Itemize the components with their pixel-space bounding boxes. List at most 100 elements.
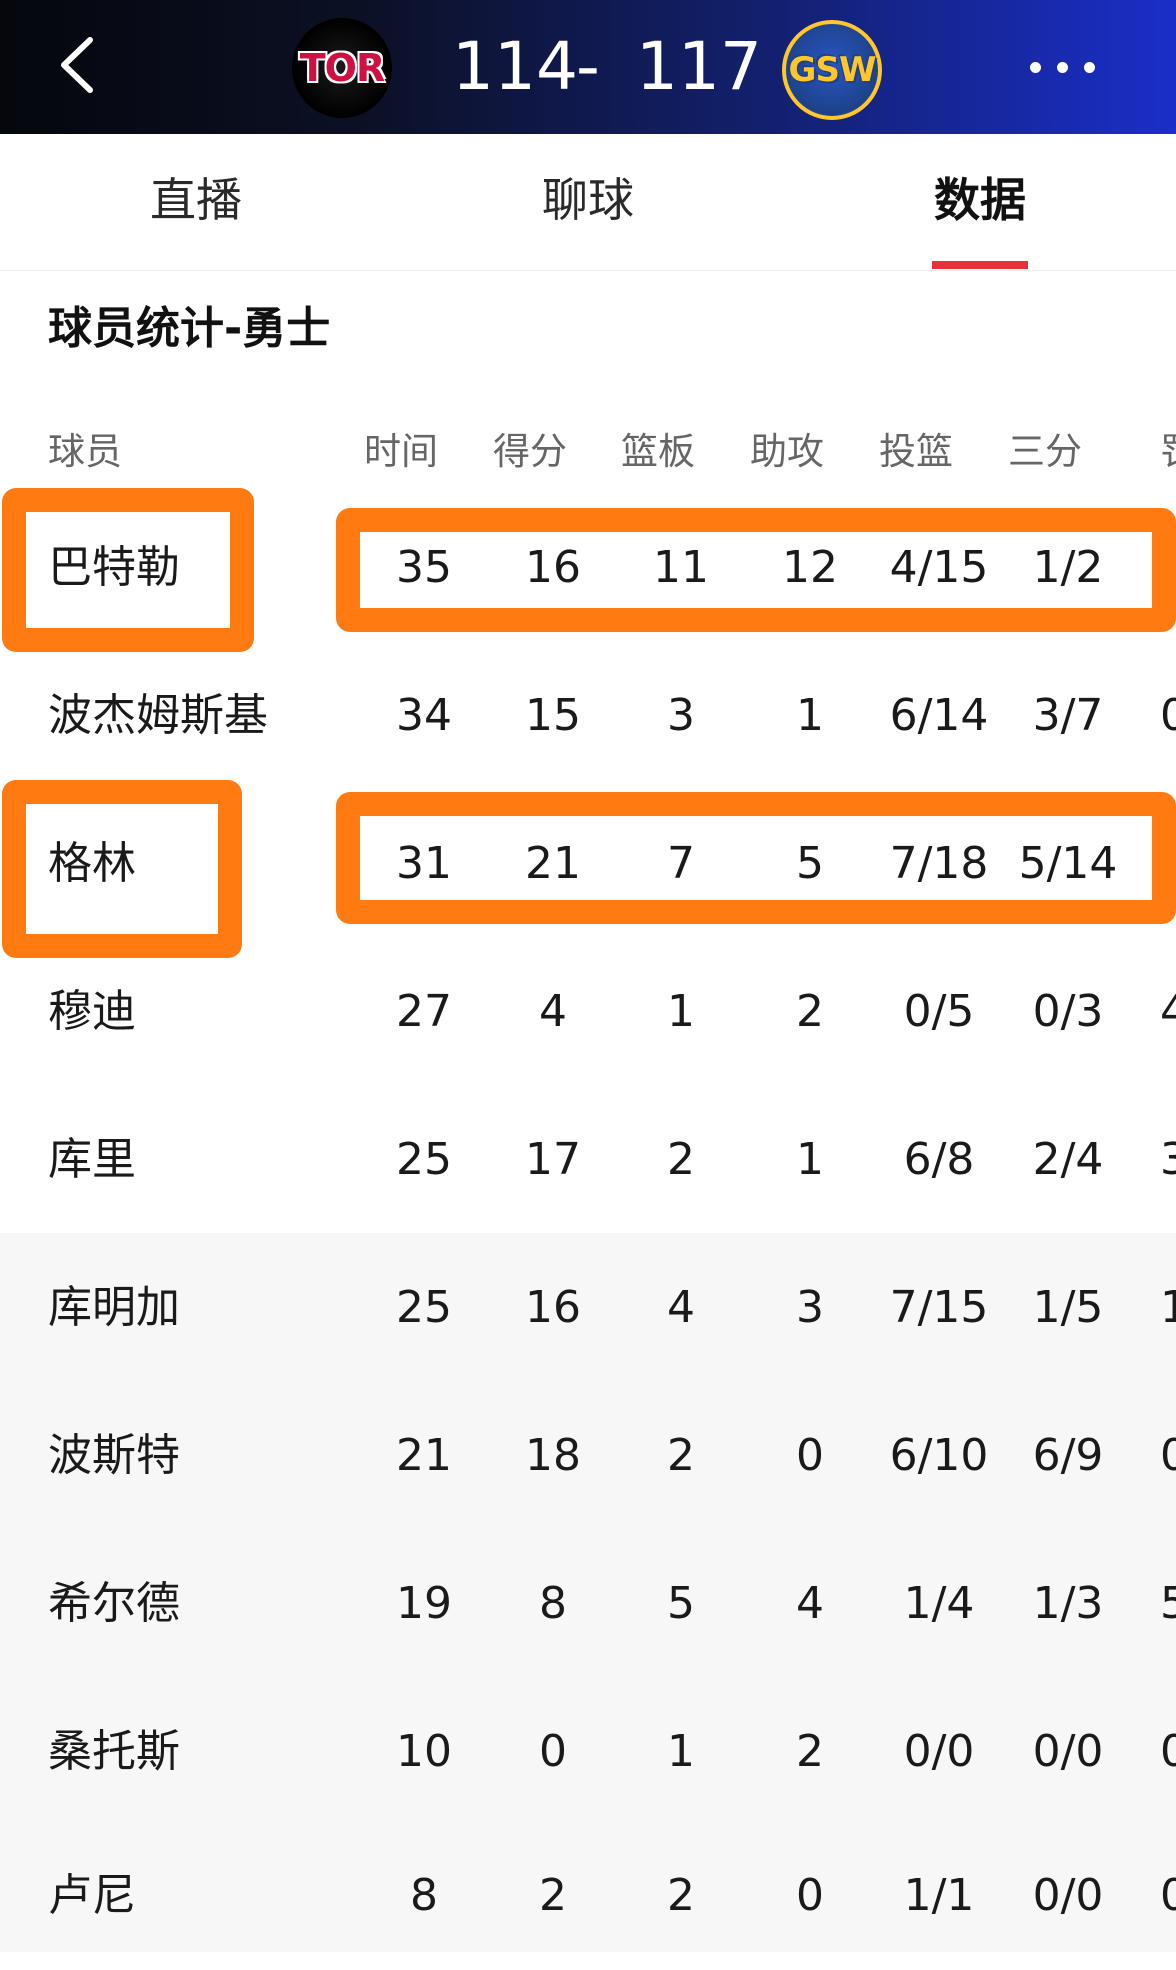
score-separator: -	[576, 28, 600, 105]
player-name[interactable]: 巴特勒	[48, 494, 308, 642]
tab-chat[interactable]: 聊球	[488, 170, 688, 230]
stat-rebounds: 2	[667, 1430, 695, 1481]
stat-points: 16	[525, 1282, 581, 1333]
stat-three-pointers: 0/0	[1032, 1870, 1104, 1921]
more-options-button[interactable]	[1030, 54, 1130, 80]
stat-minutes: 31	[396, 838, 452, 889]
stat-free-throws	[1160, 790, 1176, 938]
away-score: 117	[636, 28, 762, 105]
player-name[interactable]: 格林	[48, 790, 308, 938]
stat-three-pointers: 0/0	[1032, 1726, 1104, 1777]
scoreboard-header: TOR 114 - 117 GSW	[0, 0, 1176, 134]
stat-points: 17	[525, 1134, 581, 1185]
section-title: 球员统计-勇士	[48, 303, 331, 354]
chevron-left-icon	[61, 37, 93, 93]
stat-assists: 0	[796, 1430, 824, 1481]
stat-field-goals: 0/5	[903, 986, 975, 1037]
player-name[interactable]: 库明加	[48, 1234, 308, 1382]
table-row[interactable]: 穆迪 27 4 1 2 0/5 0/3 4	[0, 938, 1176, 1086]
tab-bar: 直播 聊球 数据	[0, 134, 1176, 271]
stat-assists: 1	[796, 1134, 824, 1185]
tab-live[interactable]: 直播	[96, 170, 296, 230]
player-name[interactable]: 卢尼	[48, 1822, 308, 1970]
stat-points: 4	[539, 986, 567, 1037]
stat-rebounds: 2	[667, 1870, 695, 1921]
player-name[interactable]: 穆迪	[48, 938, 308, 1086]
stat-minutes: 8	[410, 1870, 438, 1921]
stat-points: 15	[525, 690, 581, 741]
stat-assists: 2	[796, 986, 824, 1037]
stat-three-pointers: 0/3	[1032, 986, 1104, 1037]
player-name[interactable]: 桑托斯	[48, 1678, 308, 1826]
column-header-three-pointers[interactable]: 三分	[1008, 424, 1082, 480]
more-dots-icon	[1057, 61, 1068, 73]
player-name[interactable]: 波杰姆斯基	[48, 642, 308, 790]
table-row[interactable]: 巴特勒 35 16 11 12 4/15 1/2	[0, 494, 1176, 642]
stat-points: 0	[539, 1726, 567, 1777]
stat-rebounds: 1	[667, 1726, 695, 1777]
column-header-player: 球员	[48, 430, 122, 473]
stat-minutes: 27	[396, 986, 452, 1037]
tor-team-logo[interactable]: TOR	[292, 18, 392, 118]
stat-three-pointers: 5/14	[1018, 838, 1118, 889]
table-row[interactable]: 波斯特 21 18 2 0 6/10 6/9 0	[0, 1382, 1176, 1530]
stat-field-goals: 7/15	[889, 1282, 989, 1333]
table-row[interactable]: 波杰姆斯基 34 15 3 1 6/14 3/7 0	[0, 642, 1176, 790]
stat-free-throws: 0	[1160, 1726, 1176, 1777]
stat-points: 2	[539, 1870, 567, 1921]
table-row[interactable]: 桑托斯 10 0 1 2 0/0 0/0 0	[0, 1678, 1176, 1826]
gsw-team-logo[interactable]: GSW	[782, 20, 882, 120]
table-row[interactable]: 卢尼 8 2 2 0 1/1 0/0 0	[0, 1822, 1176, 1970]
stat-rebounds: 11	[653, 542, 709, 593]
player-name[interactable]: 希尔德	[48, 1530, 308, 1678]
stat-three-pointers: 1/3	[1032, 1578, 1104, 1629]
table-row[interactable]: 库里 25 17 2 1 6/8 2/4 3	[0, 1086, 1176, 1234]
stat-minutes: 25	[396, 1134, 452, 1185]
column-header-minutes[interactable]: 时间	[364, 424, 438, 480]
stat-free-throws: 0	[1160, 690, 1176, 741]
stat-minutes: 21	[396, 1430, 452, 1481]
column-header-points[interactable]: 得分	[493, 424, 567, 480]
stat-points: 8	[539, 1578, 567, 1629]
stat-free-throws	[1160, 494, 1176, 642]
tor-logo-text: TOR	[299, 46, 385, 90]
column-header-assists[interactable]: 助攻	[750, 424, 824, 480]
column-header-field-goals[interactable]: 投篮	[879, 424, 953, 480]
stat-points: 18	[525, 1430, 581, 1481]
stat-assists: 4	[796, 1578, 824, 1629]
more-dots-icon	[1030, 61, 1041, 73]
stat-assists: 5	[796, 838, 824, 889]
stat-three-pointers: 3/7	[1032, 690, 1104, 741]
stat-assists: 1	[796, 690, 824, 741]
gsw-logo-text: GSW	[788, 50, 877, 90]
stat-minutes: 35	[396, 542, 452, 593]
stat-rebounds: 7	[667, 838, 695, 889]
tab-data[interactable]: 数据	[880, 170, 1080, 230]
stat-free-throws: 3	[1160, 1134, 1176, 1185]
player-name[interactable]: 库里	[48, 1086, 308, 1234]
stat-three-pointers: 1/2	[1032, 542, 1104, 593]
column-header-free-throws[interactable]: 罚	[1160, 424, 1176, 480]
stat-rebounds: 4	[667, 1282, 695, 1333]
stat-free-throws: 4	[1160, 986, 1176, 1037]
stat-assists: 12	[782, 542, 838, 593]
table-row[interactable]: 格林 31 21 7 5 7/18 5/14	[0, 790, 1176, 938]
stat-free-throws: 1	[1160, 1282, 1176, 1333]
stat-field-goals: 4/15	[889, 542, 989, 593]
player-name[interactable]: 波斯特	[48, 1382, 308, 1530]
stat-field-goals: 0/0	[903, 1726, 975, 1777]
stat-three-pointers: 6/9	[1032, 1430, 1104, 1481]
stat-minutes: 19	[396, 1578, 452, 1629]
home-score: 114	[452, 28, 578, 105]
stat-minutes: 10	[396, 1726, 452, 1777]
back-button[interactable]	[50, 30, 110, 100]
stat-rebounds: 3	[667, 690, 695, 741]
column-header-rebounds[interactable]: 篮板	[621, 424, 695, 480]
table-row[interactable]: 希尔德 19 8 5 4 1/4 1/3 5	[0, 1530, 1176, 1678]
stat-assists: 2	[796, 1726, 824, 1777]
stat-rebounds: 1	[667, 986, 695, 1037]
stat-assists: 0	[796, 1870, 824, 1921]
table-row[interactable]: 库明加 25 16 4 3 7/15 1/5 1	[0, 1234, 1176, 1382]
stat-free-throws: 5	[1160, 1578, 1176, 1629]
stat-free-throws: 0	[1160, 1870, 1176, 1921]
